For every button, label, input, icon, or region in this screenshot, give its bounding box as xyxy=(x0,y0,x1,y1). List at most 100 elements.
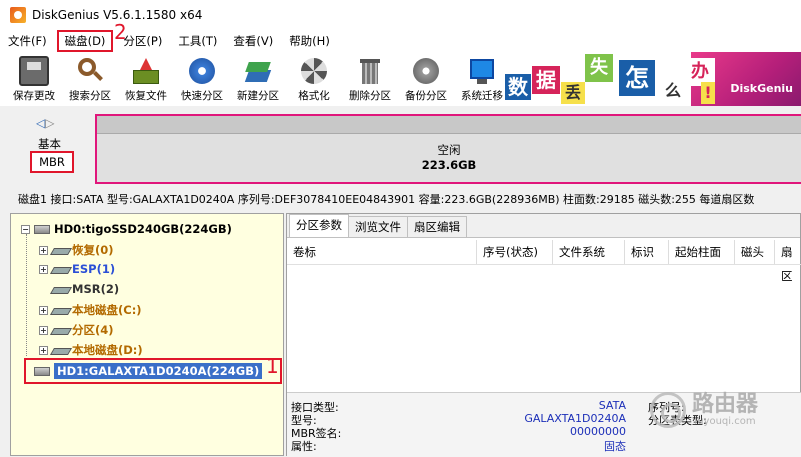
mbr-signature-value: 00000000 xyxy=(570,425,626,438)
annotation-2: 2 xyxy=(114,20,127,44)
watermark: 路由器 luyouqi.com xyxy=(650,392,758,428)
table-header: 卷标 序号(状态) 文件系统 标识 起始柱面 磁头 扇区 xyxy=(287,240,801,283)
quick-partition-button[interactable]: 快速分区 xyxy=(174,54,230,104)
free-space-size: 223.6GB xyxy=(421,158,477,172)
tree-node-hd0[interactable]: − HD0:tigoSSD240GB(224GB) xyxy=(21,222,232,236)
prev-disk-icon[interactable]: ◁ xyxy=(36,116,45,130)
delete-icon xyxy=(355,56,385,86)
free-space-label: 空闲 xyxy=(437,143,461,157)
banner-char: ! xyxy=(701,82,715,104)
banner-brand: DiskGeniu xyxy=(730,82,793,95)
collapse-icon[interactable]: − xyxy=(21,224,30,234)
restore-icon xyxy=(131,56,161,86)
promo-banner[interactable]: 数 据 丢 失 怎 么 办 ! DiskGeniu xyxy=(505,52,801,106)
new-partition-label: 新建分区 xyxy=(237,90,279,102)
partition-label: MSR(2) xyxy=(72,282,120,296)
interface-type-value: SATA xyxy=(598,399,626,412)
restore-files-label: 恢复文件 xyxy=(125,90,167,102)
column-header[interactable]: 起始柱面 xyxy=(669,240,735,264)
delete-partition-label: 删除分区 xyxy=(349,90,391,102)
disk-icon xyxy=(34,367,50,376)
quick-partition-label: 快速分区 xyxy=(181,90,223,102)
hd0-label: HD0:tigoSSD240GB(224GB) xyxy=(54,222,232,236)
search-partition-button[interactable]: 搜索分区 xyxy=(62,54,118,104)
tree-node-partition[interactable]: + ESP(1) xyxy=(39,262,115,276)
partition-icon xyxy=(52,246,68,254)
delete-partition-button[interactable]: 删除分区 xyxy=(342,54,398,104)
new-partition-icon xyxy=(243,56,273,86)
attribute-value: 固态 xyxy=(604,440,626,453)
menu-disk[interactable]: 磁盘(D) xyxy=(56,30,114,52)
format-button[interactable]: 格式化 xyxy=(286,54,342,104)
model-value: GALAXTA1D0240A xyxy=(524,412,626,425)
annotation-1: 1 xyxy=(266,354,279,378)
disk-tree: − HD0:tigoSSD240GB(224GB) + 恢复(0) + ESP(… xyxy=(10,213,284,456)
disk-bar-free-space[interactable]: 空闲 223.6GB xyxy=(95,114,801,184)
watermark-site: luyouqi.com xyxy=(694,415,756,427)
partition-icon xyxy=(52,306,68,314)
format-icon xyxy=(299,56,329,86)
column-header[interactable]: 卷标 xyxy=(287,240,477,264)
backup-partition-label: 备份分区 xyxy=(405,90,447,102)
save-label: 保存更改 xyxy=(13,90,55,102)
menu-view[interactable]: 查看(V) xyxy=(225,30,281,52)
next-disk-icon[interactable]: ▷ xyxy=(45,116,54,130)
banner-char: 据 xyxy=(532,66,560,94)
tab-bar: 分区参数 浏览文件 扇区编辑 xyxy=(287,214,800,238)
magnifier-icon xyxy=(75,56,105,86)
partition-icon xyxy=(52,346,68,354)
menu-file[interactable]: 文件(F) xyxy=(0,30,55,52)
attribute-label: 属性: xyxy=(291,440,317,453)
column-header[interactable]: 扇区 xyxy=(775,240,801,283)
partition-scheme-badge: MBR xyxy=(30,151,74,173)
partition-label: 本地磁盘(D:) xyxy=(72,343,143,357)
tab-partition-params[interactable]: 分区参数 xyxy=(289,214,349,237)
column-header[interactable]: 文件系统 xyxy=(553,240,625,264)
column-header[interactable]: 标识 xyxy=(625,240,669,264)
expand-icon[interactable]: + xyxy=(39,345,48,355)
menu-tools[interactable]: 工具(T) xyxy=(170,30,225,52)
expand-icon[interactable]: + xyxy=(39,245,48,255)
new-partition-button[interactable]: 新建分区 xyxy=(230,54,286,104)
save-button[interactable]: 保存更改 xyxy=(6,54,62,104)
system-migration-label: 系统迁移 xyxy=(461,90,503,102)
expand-icon[interactable]: + xyxy=(39,305,48,315)
watermark-name: 路由器 xyxy=(692,391,759,417)
tab-sector-edit[interactable]: 扇区编辑 xyxy=(407,216,467,237)
disk-type-label: 基本 xyxy=(38,137,61,151)
disk-nav-arrows[interactable]: ◁▷ xyxy=(36,116,54,130)
tree-node-hd1-selected[interactable]: HD1:GALAXTA1D0240A(224GB) xyxy=(24,358,282,384)
watermark-logo-icon xyxy=(650,392,686,428)
tree-node-partition[interactable]: MSR(2) xyxy=(52,282,119,296)
banner-char: 失 xyxy=(585,54,613,82)
partition-icon xyxy=(52,326,68,334)
backup-partition-button[interactable]: 备份分区 xyxy=(398,54,454,104)
menu-help[interactable]: 帮助(H) xyxy=(281,30,338,52)
migrate-icon xyxy=(467,56,497,86)
partition-icon xyxy=(52,285,68,293)
partition-label: 本地磁盘(C:) xyxy=(72,303,142,317)
disk-icon xyxy=(34,224,50,234)
system-migration-button[interactable]: 系统迁移 xyxy=(454,54,510,104)
column-header[interactable]: 磁头 xyxy=(735,240,775,264)
partition-label: 恢复(0) xyxy=(72,243,114,257)
disk-map-panel: ◁▷ 基本 MBR 空闲 223.6GB xyxy=(0,106,801,188)
partition-icon xyxy=(52,265,68,273)
expand-icon[interactable]: + xyxy=(39,325,48,335)
banner-char: 么 xyxy=(661,80,685,102)
banner-char: 丢 xyxy=(561,82,585,104)
backup-icon xyxy=(411,56,441,86)
partition-label: 分区(4) xyxy=(72,323,114,337)
hd1-label: HD1:GALAXTA1D0240A(224GB) xyxy=(54,363,263,379)
restore-files-button[interactable]: 恢复文件 xyxy=(118,54,174,104)
tree-node-partition[interactable]: + 本地磁盘(D:) xyxy=(39,342,143,358)
expand-icon[interactable]: + xyxy=(39,264,48,274)
column-header[interactable]: 序号(状态) xyxy=(477,240,553,264)
tree-node-partition[interactable]: + 分区(4) xyxy=(39,322,114,338)
tree-node-partition[interactable]: + 本地磁盘(C:) xyxy=(39,302,142,318)
banner-char: 数 xyxy=(505,74,531,100)
tree-node-partition[interactable]: + 恢复(0) xyxy=(39,242,114,258)
tab-browse-files[interactable]: 浏览文件 xyxy=(348,216,408,237)
disk-info-line: 磁盘1 接口:SATA 型号:GALAXTA1D0240A 序列号:DEF307… xyxy=(18,193,755,206)
quick-partition-icon xyxy=(187,56,217,86)
